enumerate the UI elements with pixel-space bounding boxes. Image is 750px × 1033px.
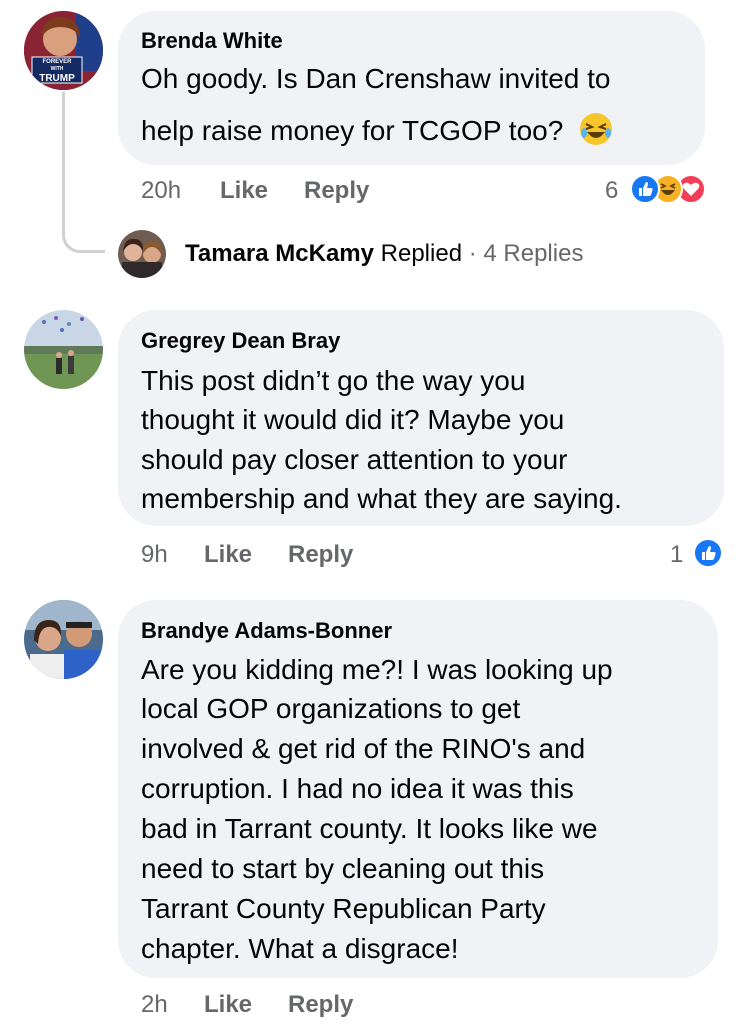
comment-text-line-content: help raise money for TCGOP too? bbox=[141, 115, 564, 146]
like-reaction-icon bbox=[693, 538, 723, 568]
reply-count: 4 Replies bbox=[483, 240, 584, 267]
comment-text-line: Are you kidding me?! I was looking up bbox=[141, 654, 613, 685]
avatar-badge-line-3: TRUMP bbox=[39, 73, 75, 84]
thread-line bbox=[62, 92, 65, 202]
like-reaction-icon bbox=[630, 174, 660, 204]
reply-separator: · bbox=[468, 240, 477, 267]
comment-bubble: Brandye Adams-Bonner Are you kidding me?… bbox=[118, 600, 718, 978]
avatar-badge-line-2: WITH bbox=[50, 66, 64, 72]
view-replies-row[interactable]: Tamara McKamy Replied · 4 Replies bbox=[118, 230, 638, 278]
comment-timestamp[interactable]: 9h bbox=[141, 541, 168, 569]
comment-timestamp[interactable]: 20h bbox=[141, 177, 181, 205]
comment-text-line: chapter. What a disgrace! bbox=[141, 933, 459, 964]
comment-text-line: need to start by cleaning out this bbox=[141, 853, 545, 884]
avatar-gregrey-dean-bray[interactable] bbox=[24, 310, 103, 389]
reply-action: Replied bbox=[380, 240, 463, 267]
reaction-count: 1 bbox=[670, 541, 684, 568]
reply-button[interactable]: Reply bbox=[288, 541, 353, 569]
avatar-brenda-white[interactable]: FOREVER WITH TRUMP bbox=[24, 11, 103, 90]
comment-text-line: thought it would did it? Maybe you bbox=[141, 404, 565, 435]
comment-text-line: Tarrant County Republican Party bbox=[141, 893, 546, 924]
comment-text-line: should pay closer attention to your bbox=[141, 444, 568, 475]
comment-bubble: Gregrey Dean Bray This post didn’t go th… bbox=[118, 310, 724, 526]
replies-summary: Tamara McKamy Replied · 4 Replies bbox=[185, 240, 583, 268]
comment-author[interactable]: Brandye Adams-Bonner bbox=[141, 618, 392, 644]
reply-button[interactable]: Reply bbox=[288, 991, 353, 1019]
reaction-summary[interactable]: 6 bbox=[600, 173, 730, 207]
comment-text-line: membership and what they are saying. bbox=[141, 483, 622, 514]
comment-timestamp[interactable]: 2h bbox=[141, 991, 168, 1019]
comment-bubble: Brenda White Oh goody. Is Dan Crenshaw i… bbox=[118, 11, 705, 165]
comment-text-line: involved & get rid of the RINO's and bbox=[141, 733, 586, 764]
like-button[interactable]: Like bbox=[220, 177, 268, 205]
reply-author: Tamara McKamy bbox=[185, 240, 374, 267]
comment-text-line: help raise money for TCGOP too? bbox=[141, 111, 613, 157]
thread-connector bbox=[62, 200, 105, 253]
avatar-badge-line-1: FOREVER bbox=[42, 59, 72, 65]
comment-text-line: bad in Tarrant county. It looks like we bbox=[141, 813, 598, 844]
comment-text-line: local GOP organizations to get bbox=[141, 693, 521, 724]
comment-author[interactable]: Brenda White bbox=[141, 28, 283, 54]
avatar-tamara-mckamy bbox=[118, 230, 166, 278]
comment-text-line: This post didn’t go the way you bbox=[141, 365, 526, 396]
laughing-emoji-icon bbox=[579, 112, 613, 157]
comment-text-line: Oh goody. Is Dan Crenshaw invited to bbox=[141, 63, 611, 94]
comment-author[interactable]: Gregrey Dean Bray bbox=[141, 328, 340, 354]
like-button[interactable]: Like bbox=[204, 541, 252, 569]
reaction-summary[interactable]: 1 bbox=[665, 537, 730, 571]
avatar-brandye-adams-bonner[interactable] bbox=[24, 600, 103, 679]
reaction-count: 6 bbox=[605, 177, 619, 204]
reply-button[interactable]: Reply bbox=[304, 177, 369, 205]
comment-text-line: corruption. I had no idea it was this bbox=[141, 773, 574, 804]
like-button[interactable]: Like bbox=[204, 991, 252, 1019]
